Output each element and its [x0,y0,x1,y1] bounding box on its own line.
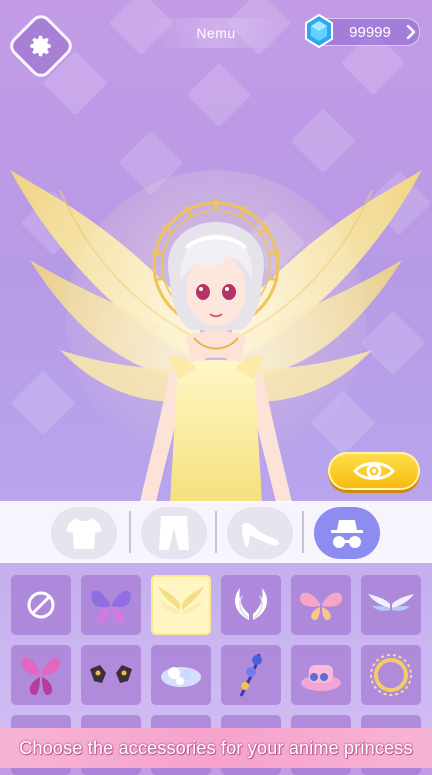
item-purple-butterfly-wings[interactable] [81,575,141,635]
dark-bat-wings-icon [90,665,132,683]
tab-tops[interactable] [51,507,117,559]
item-white-angel-wings[interactable] [221,575,281,635]
item-pink-fairy-wings[interactable] [291,575,351,635]
preview-button[interactable] [328,452,420,490]
pink-butterfly-wings-icon [22,657,60,696]
chevron-right-icon[interactable] [406,25,416,39]
white-angel-wings-icon [234,588,268,620]
caption-text: Choose the accessories for your anime pr… [19,737,413,758]
player-name: Nemu [150,18,282,48]
none-icon [27,591,55,619]
tab-bottoms[interactable] [141,507,207,559]
tshirt-icon [66,518,102,549]
item-pink-mini-hat[interactable] [291,645,351,705]
hat-glasses-icon [331,520,363,548]
blue-gem-icon [305,14,333,48]
blue-flower-charm-icon [239,653,262,697]
tab-divider [129,511,131,553]
item-blue-flower-charm[interactable] [221,645,281,705]
golden-halo-icon [370,654,412,696]
pink-mini-hat-icon [301,665,341,691]
item-crystal-flower[interactable] [151,645,211,705]
item-silver-wings[interactable] [361,575,421,635]
golden-angel-wings-icon [158,586,204,614]
gear-icon [30,35,51,57]
purple-butterfly-wings-icon [91,590,131,623]
tab-accessories[interactable] [314,507,380,559]
tab-divider [302,511,304,553]
pants-icon [159,516,189,550]
item-golden-angel-wings[interactable] [151,575,211,635]
item-golden-halo[interactable] [361,645,421,705]
tab-divider [215,511,217,553]
item-dark-bat-wings[interactable] [81,645,141,705]
item-none[interactable] [11,575,71,635]
crystal-flower-icon [161,667,201,687]
character-avatar [10,170,422,502]
item-pink-butterfly-wings[interactable] [11,645,71,705]
silver-wings-icon [368,594,414,611]
pink-fairy-wings-icon [300,592,342,621]
high-heel-icon [242,522,279,547]
eye-icon [353,462,395,480]
category-tabs [0,501,432,563]
caption-banner: Choose the accessories for your anime pr… [0,728,432,768]
gem-count: 99999 [349,23,391,41]
tab-shoes[interactable] [227,507,293,559]
